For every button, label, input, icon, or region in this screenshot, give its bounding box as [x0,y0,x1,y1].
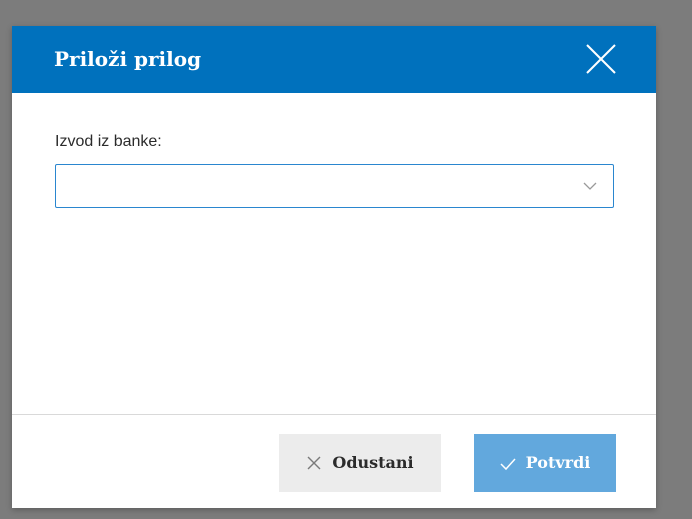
cancel-button[interactable]: Odustani [279,434,441,492]
close-icon [586,44,616,74]
dialog-title: Priloži prilog [54,47,202,71]
close-icon [306,455,322,471]
chevron-down-icon [583,181,597,191]
bank-statement-select[interactable] [55,164,614,208]
footer-divider [12,414,656,415]
bank-statement-label: Izvod iz banke: [55,133,162,150]
dialog-header: Priloži prilog [12,26,656,93]
checkmark-icon [500,455,516,471]
attach-dialog: Priloži prilog Izvod iz banke: Odustani [12,26,656,508]
confirm-label: Potvrdi [525,453,591,472]
close-button[interactable] [585,43,617,75]
cancel-label: Odustani [332,453,414,472]
confirm-button[interactable]: Potvrdi [474,434,616,492]
